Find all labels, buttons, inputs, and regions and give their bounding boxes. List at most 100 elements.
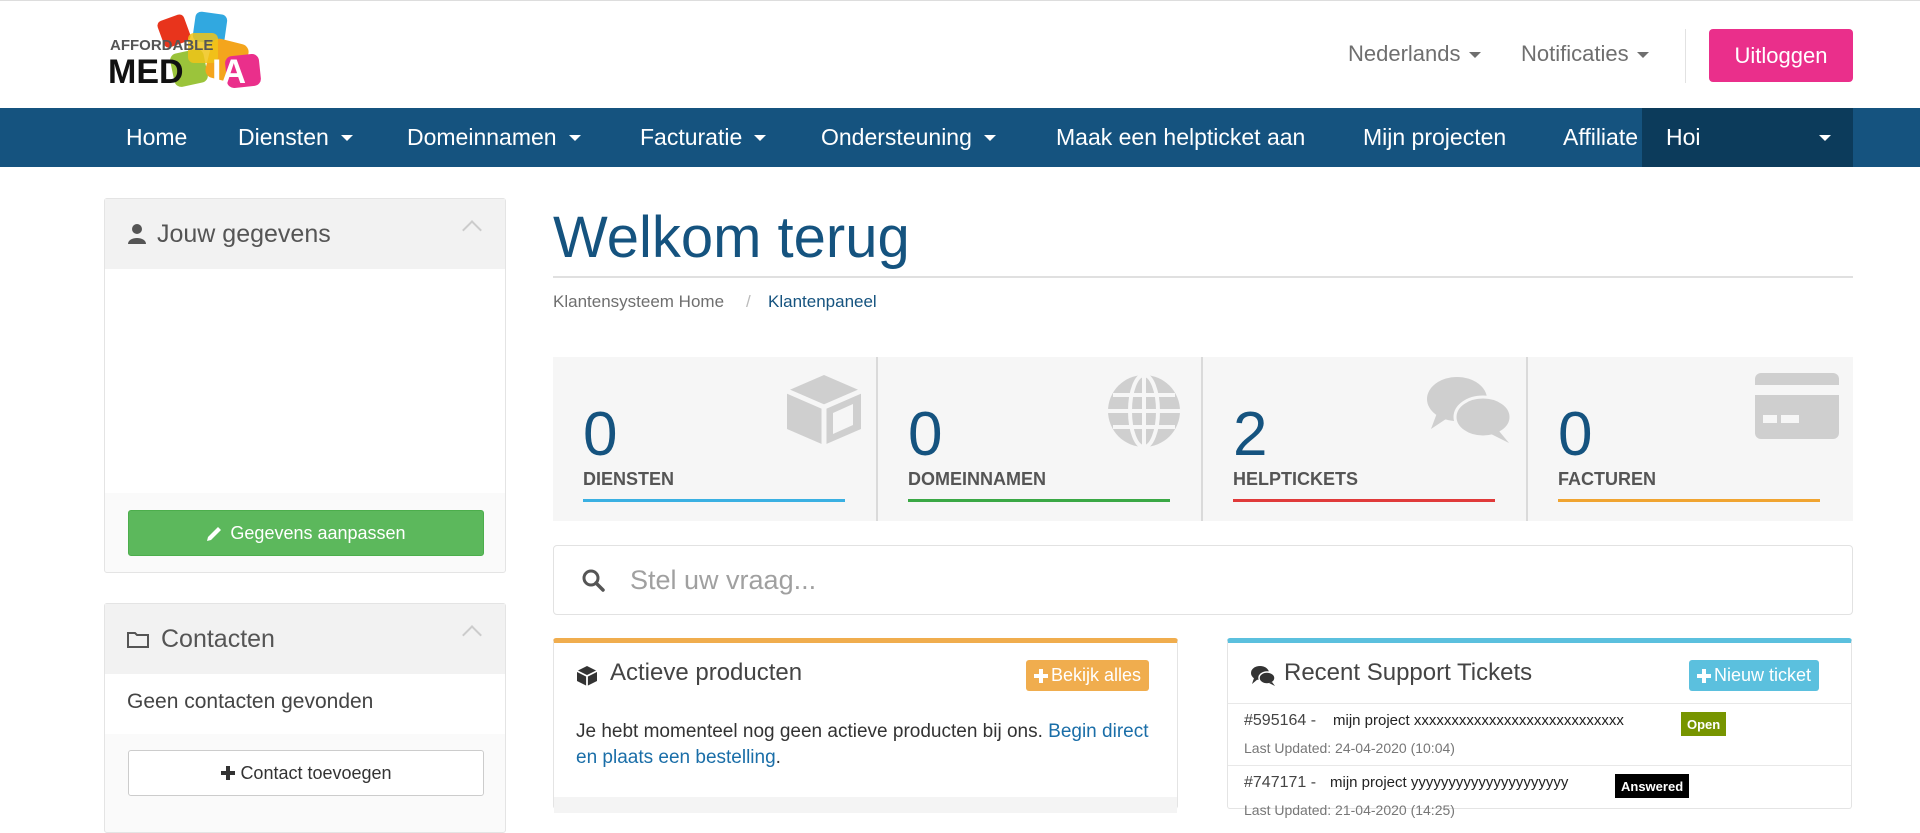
stat-value: 0 <box>1558 400 1593 469</box>
recent-tickets-title: Recent Support Tickets <box>1284 659 1533 686</box>
nav-item-projecten[interactable]: Mijn projecten <box>1363 108 1506 167</box>
logout-button[interactable]: Uitloggen <box>1709 29 1853 82</box>
no-products-text: Je hebt momenteel nog geen actieve produ… <box>576 721 1049 742</box>
collapse-chevron-icon[interactable] <box>462 220 482 240</box>
page-title: Welkom terug <box>553 205 910 270</box>
top-header: AFFORDABLE MED IA Nederlands Notificatie… <box>0 0 1920 108</box>
nav-item-helpticket[interactable]: Maak een helpticket aan <box>1056 108 1305 167</box>
collapse-chevron-icon[interactable] <box>462 625 482 645</box>
breadcrumb-home[interactable]: Klantensysteem Home <box>553 292 724 312</box>
nav-item-diensten[interactable]: Diensten <box>238 108 353 167</box>
status-badge: Open <box>1681 712 1727 736</box>
active-products-card: Actieve producten Bekijk alles Je hebt m… <box>553 638 1178 813</box>
folder-icon <box>127 632 149 648</box>
new-ticket-label: Nieuw ticket <box>1714 665 1812 685</box>
nav-label: Maak een helpticket aan <box>1056 124 1306 150</box>
plus-icon <box>221 766 236 780</box>
contacts-title: Contacten <box>161 624 275 653</box>
chevron-down-icon <box>1819 135 1831 141</box>
nav-label: Mijn projecten <box>1363 124 1507 150</box>
add-contact-label: Contact toevoegen <box>240 762 392 783</box>
chevron-down-icon <box>568 134 581 141</box>
logo-text-bottom-left: MED <box>108 53 184 91</box>
stat-label: FACTUREN <box>1558 469 1656 489</box>
new-ticket-button[interactable]: Nieuw ticket <box>1689 660 1820 691</box>
main-navigation: Home Diensten Domeinnamen Facturatie Ond… <box>0 108 1920 167</box>
your-details-header[interactable]: Jouw gegevens <box>105 199 505 269</box>
ticket-subject: mijn project yyyyyyyyyyyyyyyyyyyyy <box>1330 774 1569 791</box>
comments-icon <box>1251 666 1276 686</box>
chevron-down-icon <box>1636 52 1649 59</box>
contacts-header[interactable]: Contacten <box>105 604 505 674</box>
nav-label: Ondersteuning <box>821 124 972 150</box>
cube-icon <box>576 666 598 686</box>
notifications-dropdown[interactable]: Notificaties <box>1521 41 1649 67</box>
language-label: Nederlands <box>1348 41 1461 66</box>
comments-icon <box>1427 377 1513 443</box>
stat-label: HELPTICKETS <box>1233 469 1359 489</box>
stat-tile-services[interactable]: 0 DIENSTEN <box>553 357 877 521</box>
stat-tile-tickets[interactable]: 2 HELPTICKETS <box>1203 357 1527 521</box>
ticket-subject: mijn project xxxxxxxxxxxxxxxxxxxxxxxxxxx… <box>1333 712 1624 729</box>
plus-icon <box>1697 668 1711 683</box>
globe-icon <box>1108 373 1180 449</box>
ticket-row[interactable]: #747171 - mijn project yyyyyyyyyyyyyyyyy… <box>1228 765 1851 827</box>
header-divider <box>1685 29 1686 83</box>
contacts-panel: Contacten Geen contacten gevonden Contac… <box>104 603 506 833</box>
status-badge: Answered <box>1615 774 1690 798</box>
edit-details-label: Gegevens aanpassen <box>230 522 406 543</box>
no-products-end: . <box>775 747 781 768</box>
search-input[interactable] <box>630 560 1830 600</box>
nav-label: Domeinnamen <box>407 124 557 150</box>
stat-underline <box>1558 499 1820 502</box>
nav-item-domeinnamen[interactable]: Domeinnamen <box>407 108 581 167</box>
add-contact-button[interactable]: Contact toevoegen <box>128 750 484 796</box>
logo-text-top: AFFORDABLE <box>110 37 214 54</box>
stat-tile-domains[interactable]: 0 DOMEINNAMEN <box>878 357 1202 521</box>
view-all-label: Bekijk alles <box>1051 665 1142 685</box>
nav-label: Diensten <box>238 124 329 150</box>
stat-value: 0 <box>908 400 943 469</box>
view-all-products-button[interactable]: Bekijk alles <box>1026 660 1150 691</box>
stat-tile-invoices[interactable]: 0 FACTUREN <box>1528 357 1853 521</box>
breadcrumb-separator: / <box>746 292 751 311</box>
title-divider <box>553 276 1853 278</box>
affordable-media-logo[interactable]: AFFORDABLE MED IA <box>108 11 270 99</box>
notifications-label: Notificaties <box>1521 41 1629 66</box>
credit-card-icon <box>1755 373 1839 439</box>
chevron-down-icon <box>340 134 353 141</box>
your-details-title: Jouw gegevens <box>157 219 331 248</box>
your-details-body <box>105 269 505 493</box>
stat-value: 0 <box>583 400 618 469</box>
stat-underline <box>908 499 1170 502</box>
card-footer <box>554 797 1177 813</box>
plus-icon <box>1034 668 1048 683</box>
ticket-updated: Last Updated: 21-04-2020 (14:25) <box>1244 802 1455 818</box>
chevron-down-icon <box>1468 52 1481 59</box>
search-icon <box>582 569 605 592</box>
nav-item-ondersteuning[interactable]: Ondersteuning <box>821 108 996 167</box>
user-icon <box>128 224 146 244</box>
contacts-body: Geen contacten gevonden <box>105 674 505 734</box>
user-greeting: Hoi <box>1666 124 1701 150</box>
nav-item-affiliate[interactable]: Affiliate <box>1563 108 1638 167</box>
ticket-row[interactable]: #595164 - mijn project xxxxxxxxxxxxxxxxx… <box>1228 703 1851 765</box>
your-details-panel: Jouw gegevens Gegevens aanpassen <box>104 198 506 573</box>
nav-label: Affiliate <box>1563 124 1639 150</box>
language-dropdown[interactable]: Nederlands <box>1348 41 1481 67</box>
nav-item-home[interactable]: Home <box>126 108 187 167</box>
stat-label: DOMEINNAMEN <box>908 469 1046 489</box>
user-menu-dropdown[interactable]: Hoi <box>1642 108 1853 167</box>
ticket-updated: Last Updated: 24-04-2020 (10:04) <box>1244 740 1455 756</box>
stat-label: DIENSTEN <box>583 469 675 489</box>
knowledgebase-search <box>553 545 1853 615</box>
chevron-down-icon <box>983 134 996 141</box>
breadcrumb-current: Klantenpaneel <box>768 292 877 311</box>
cube-icon <box>786 375 862 445</box>
stat-underline <box>1233 499 1495 502</box>
no-products-message: Je hebt momenteel nog geen actieve produ… <box>576 719 1156 771</box>
nav-label: Home <box>126 124 188 150</box>
nav-item-facturatie[interactable]: Facturatie <box>640 108 767 167</box>
recent-tickets-card: Recent Support Tickets Nieuw ticket #595… <box>1227 638 1852 818</box>
edit-details-button[interactable]: Gegevens aanpassen <box>128 510 484 556</box>
